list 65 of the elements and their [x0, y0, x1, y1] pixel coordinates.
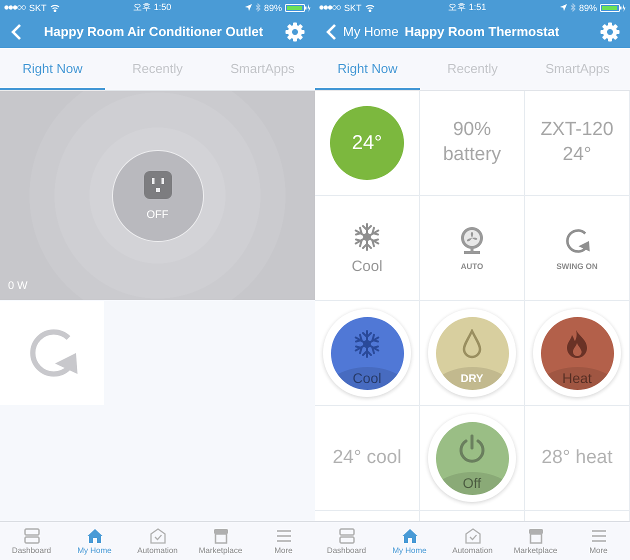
nav-item[interactable]: Marketplace	[504, 522, 567, 560]
location-icon	[560, 4, 567, 11]
battery-icon	[600, 4, 626, 12]
battery-percent: 89%	[578, 2, 597, 12]
mode-label: Cool	[352, 258, 382, 274]
clock-label: 오후 1:50	[132, 1, 172, 14]
snowflake-icon	[352, 222, 382, 252]
home-icon	[86, 528, 102, 544]
flame-icon	[564, 328, 590, 358]
power-reading: 0 W	[8, 280, 28, 292]
signal-icon	[4, 5, 26, 10]
power-icon	[457, 434, 487, 464]
location-icon	[244, 4, 252, 11]
heat-mode-button[interactable]: Heat	[540, 316, 614, 390]
nav-item[interactable]: Automation	[126, 522, 189, 560]
nav-item[interactable]: Marketplace	[189, 522, 252, 560]
cool-mode-button[interactable]: Cool	[330, 316, 404, 390]
battery-percent: 89%	[264, 2, 282, 12]
back-link[interactable]: My Home	[343, 24, 399, 39]
swing-label: SWING ON	[556, 262, 598, 270]
dashboard-icon	[24, 528, 40, 544]
menu-icon	[590, 528, 606, 544]
setpoint-reading: 28° heat	[542, 447, 612, 469]
status-reading: 90% battery	[442, 118, 502, 167]
nav-item[interactable]: More	[567, 522, 630, 560]
off-mode-button[interactable]: Off	[436, 422, 508, 494]
refresh-tile[interactable]	[0, 301, 104, 405]
wifi-icon	[364, 4, 375, 12]
snowflake-icon	[352, 328, 382, 358]
setpoint-reading: 24° cool	[332, 447, 402, 469]
home-icon	[402, 528, 418, 544]
settings-icon[interactable]	[285, 22, 305, 42]
back-icon[interactable]	[10, 22, 22, 40]
carrier-label: SKT	[344, 2, 362, 12]
nav-item[interactable]: Dashboard	[0, 522, 63, 560]
clock-label: 오후 1:51	[447, 1, 488, 14]
carrier-label: SKT	[29, 2, 47, 12]
status-reading: ZXT-120 24°	[540, 118, 614, 167]
battery-icon	[285, 4, 311, 12]
temperature-button[interactable]: 24°	[330, 106, 404, 180]
nav-item[interactable]: My Home	[63, 522, 126, 560]
nav-item[interactable]: More	[252, 522, 315, 560]
droplet-icon	[461, 328, 483, 358]
automation-icon	[150, 528, 166, 544]
store-icon	[212, 528, 228, 544]
wifi-icon	[50, 4, 60, 12]
dry-mode-button[interactable]: DRY	[436, 316, 508, 390]
fan-mode-label: AUTO	[460, 262, 484, 270]
store-icon	[528, 528, 544, 544]
nav-item[interactable]: Dashboard	[315, 522, 378, 560]
outlet-icon	[144, 170, 172, 198]
automation-icon	[464, 528, 480, 544]
settings-icon[interactable]	[600, 22, 620, 42]
bluetooth-icon	[570, 3, 576, 12]
menu-icon	[276, 528, 292, 544]
nav-item[interactable]: Automation	[441, 522, 504, 560]
dashboard-icon	[338, 528, 354, 544]
nav-item[interactable]: My Home	[378, 522, 441, 560]
screen-title: Happy Room Air Conditioner Outlet	[42, 24, 264, 39]
fan-icon	[458, 226, 486, 256]
bluetooth-icon	[254, 3, 261, 12]
power-toggle[interactable]: OFF	[112, 150, 204, 242]
back-icon[interactable]	[325, 22, 337, 40]
signal-icon	[319, 5, 341, 10]
screen-title: Happy Room Thermostat	[404, 24, 560, 39]
